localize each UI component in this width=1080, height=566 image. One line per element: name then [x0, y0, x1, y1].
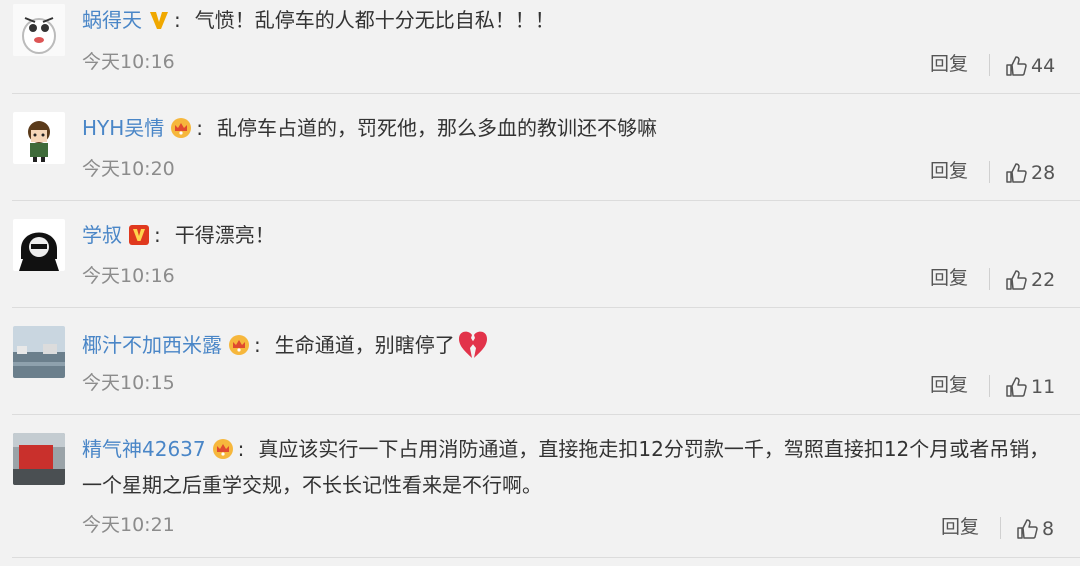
comment-line: 蜗得天 : 气愤！乱停车的人都十分无比自私！！！	[82, 8, 555, 32]
like-count: 22	[1031, 269, 1056, 291]
reply-button[interactable]: 回复	[941, 516, 979, 538]
username[interactable]: HYH吴情	[82, 116, 164, 140]
reply-button[interactable]: 回复	[930, 53, 968, 75]
crown-icon	[212, 439, 233, 459]
username[interactable]: 蜗得天	[82, 8, 142, 32]
timestamp: 今天10:20	[82, 158, 175, 180]
reply-button[interactable]: 回复	[930, 160, 968, 182]
crown-icon	[171, 118, 192, 138]
comment-text: 气愤！乱停车的人都十分无比自私！！！	[194, 8, 555, 32]
like-count: 28	[1031, 162, 1056, 184]
like-count: 11	[1031, 376, 1056, 398]
comment-text-continued: 一个星期之后重学交规，不长长记性看来是不行啊。	[82, 473, 542, 497]
reply-button[interactable]: 回复	[930, 267, 968, 289]
like-count: 44	[1031, 55, 1056, 77]
avatar[interactable]	[13, 326, 65, 378]
separator	[989, 161, 990, 183]
reply-button[interactable]: 回复	[930, 374, 968, 396]
timestamp: 今天10:16	[82, 51, 175, 73]
avatar[interactable]	[13, 4, 65, 56]
comment-text: 生命通道，别瞎停了	[274, 333, 455, 357]
like-button[interactable]: 8	[1016, 517, 1054, 541]
like-count: 8	[1042, 518, 1055, 540]
like-button[interactable]: 11	[1005, 375, 1055, 399]
comment-line: 椰汁不加西米露 : 生命通道，别瞎停了	[82, 330, 489, 360]
timestamp: 今天10:15	[82, 372, 175, 394]
comment-text: 干得漂亮！	[174, 223, 275, 247]
verified-red-icon	[129, 225, 149, 245]
like-button[interactable]: 44	[1005, 54, 1055, 78]
timestamp: 今天10:16	[82, 265, 175, 287]
avatar[interactable]	[13, 433, 65, 485]
like-button[interactable]: 28	[1005, 161, 1055, 185]
verified-gold-icon	[150, 12, 168, 29]
username[interactable]: 椰汁不加西米露	[82, 333, 222, 357]
thumbs-up-icon	[1006, 377, 1027, 397]
avatar[interactable]	[13, 112, 65, 164]
like-button[interactable]: 22	[1005, 268, 1055, 292]
divider	[12, 557, 1080, 558]
thumbs-up-icon	[1006, 270, 1027, 290]
comment-line: HYH吴情 : 乱停车占道的，罚死他，那么多血的教训还不够嘛	[82, 116, 658, 140]
separator	[989, 375, 990, 397]
comment-line: 精气神42637 : 真应该实行一下占用消防通道，直接拖走扣12分罚款一千，驾照…	[82, 437, 1050, 461]
comment-item: 学叔 : 干得漂亮！ 今天10:16 回复 22	[0, 201, 1080, 308]
avatar[interactable]	[13, 219, 65, 271]
timestamp: 今天10:21	[82, 514, 175, 536]
broken-heart-icon	[458, 331, 487, 358]
comment-item: 精气神42637 : 真应该实行一下占用消防通道，直接拖走扣12分罚款一千，驾照…	[0, 415, 1080, 566]
separator	[989, 268, 990, 290]
comment-text: 真应该实行一下占用消防通道，直接拖走扣12分罚款一千，驾照直接扣12个月或者吊销…	[258, 437, 1050, 461]
username[interactable]: 精气神42637	[82, 437, 206, 461]
comment-item: HYH吴情 : 乱停车占道的，罚死他，那么多血的教训还不够嘛 今天10:20 回…	[0, 94, 1080, 201]
thumbs-up-icon	[1017, 519, 1038, 539]
comment-line: 学叔 : 干得漂亮！	[82, 223, 275, 247]
crown-icon	[229, 335, 249, 355]
comment-item: 蜗得天 : 气愤！乱停车的人都十分无比自私！！！ 今天10:16 回复 44	[0, 0, 1080, 94]
separator	[989, 54, 990, 76]
thumbs-up-icon	[1006, 163, 1027, 183]
separator	[1000, 517, 1001, 539]
thumbs-up-icon	[1006, 56, 1027, 76]
comment-item: 椰汁不加西米露 : 生命通道，别瞎停了 今天10:15 回复 11	[0, 308, 1080, 415]
username[interactable]: 学叔	[82, 223, 122, 247]
comment-text: 乱停车占道的，罚死他，那么多血的教训还不够嘛	[217, 116, 658, 140]
